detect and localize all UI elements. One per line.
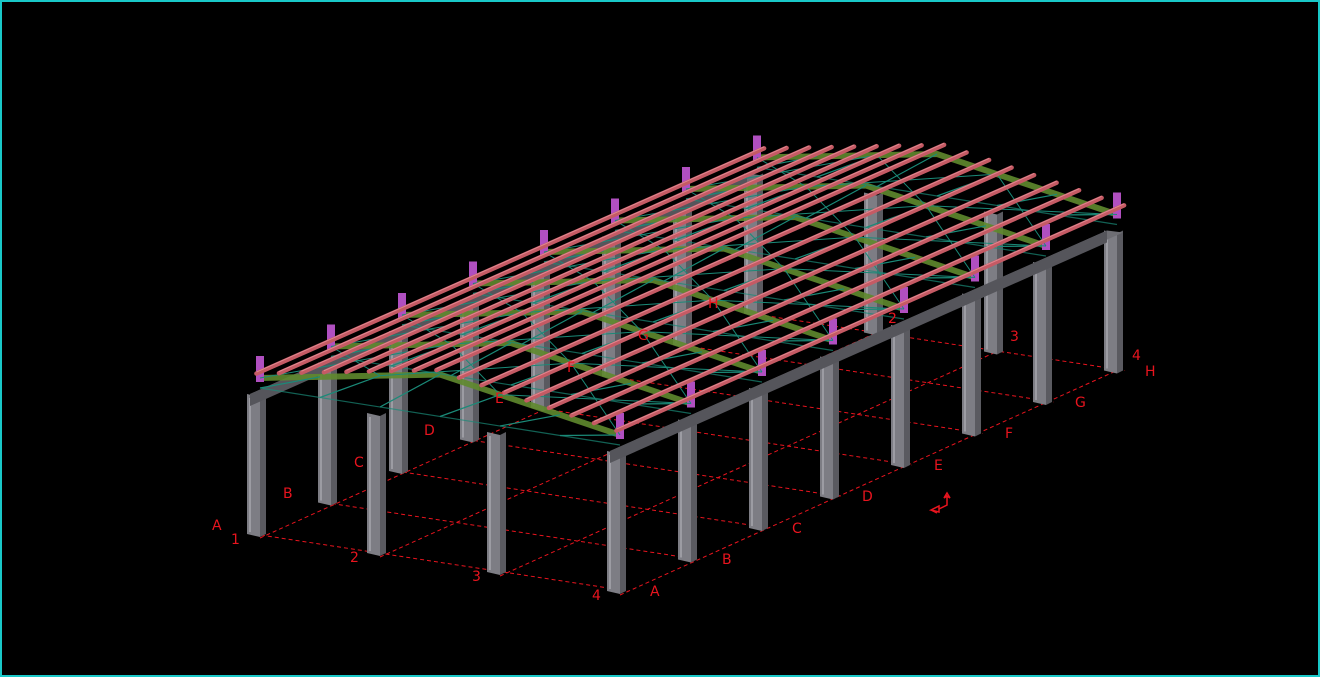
grid-label-A-left: A bbox=[212, 518, 222, 534]
grid-label-A-right: A bbox=[650, 584, 660, 600]
grid-label-G-right: G bbox=[1075, 395, 1086, 411]
column-axis4-side bbox=[1046, 262, 1052, 405]
grid-label-1-front: 1 bbox=[231, 532, 240, 548]
grid-label-H-left: H bbox=[708, 296, 719, 312]
grid-label-B-right: B bbox=[722, 552, 732, 568]
grid-line-letter bbox=[466, 439, 842, 497]
model-viewport[interactable]: A B C D E F G H 1 2 3 4 A B C D E F G H … bbox=[0, 0, 1320, 677]
column-axis4-side bbox=[691, 419, 697, 563]
grid-line-letter bbox=[537, 407, 913, 466]
grid-label-3-back: 3 bbox=[1010, 329, 1019, 345]
roof-purlin bbox=[479, 157, 992, 388]
gable-column bbox=[487, 432, 500, 575]
column-axis1-side bbox=[331, 362, 337, 506]
grid-label-2-front: 2 bbox=[350, 550, 359, 566]
ucs-axis-icon[interactable] bbox=[927, 490, 957, 520]
truss-web bbox=[559, 434, 621, 437]
column-axis1-side bbox=[260, 394, 266, 537]
grid-label-E-right: E bbox=[934, 458, 943, 474]
grid-line-letter bbox=[608, 376, 984, 434]
column-axis4-side bbox=[620, 451, 626, 594]
grid-label-F-right: F bbox=[1005, 426, 1013, 442]
column-axis1 bbox=[318, 362, 331, 506]
column-axis4-side bbox=[1117, 230, 1123, 374]
grid-label-H-right: H bbox=[1145, 364, 1156, 380]
column-axis4 bbox=[678, 419, 691, 563]
grid-label-D-right: D bbox=[862, 489, 873, 505]
grid-line-number bbox=[499, 351, 998, 577]
column-axis4 bbox=[749, 388, 762, 531]
column-axis4 bbox=[607, 451, 620, 594]
gable-column bbox=[367, 413, 380, 556]
roof-purlin-highlight bbox=[481, 158, 990, 385]
grid-label-C-right: C bbox=[792, 521, 802, 537]
column-axis4 bbox=[1033, 262, 1046, 405]
column-axis1 bbox=[247, 394, 260, 537]
column-axis4-side bbox=[975, 293, 981, 437]
gable-column-side bbox=[500, 432, 506, 575]
grid-label-B-left: B bbox=[283, 486, 293, 502]
grid-line-letter bbox=[750, 313, 1126, 371]
column-axis4 bbox=[820, 356, 833, 500]
grid-label-4-front: 4 bbox=[592, 588, 601, 604]
grid-label-C-left: C bbox=[354, 455, 364, 471]
grid-label-3-front: 3 bbox=[472, 569, 481, 585]
grid-label-E-left: E bbox=[495, 391, 504, 407]
roof-purlin bbox=[591, 195, 1104, 426]
structural-3d-model[interactable]: A B C D E F G H 1 2 3 4 A B C D E F G H … bbox=[2, 2, 1318, 675]
roof-purlin-highlight bbox=[346, 144, 855, 371]
gable-column-side bbox=[380, 413, 386, 556]
roof-purlin bbox=[299, 145, 812, 375]
column-axis4-side bbox=[833, 356, 839, 500]
grid-label-2-back: 2 bbox=[888, 311, 897, 327]
grid-label-D-left: D bbox=[424, 423, 435, 439]
column-axis4-side bbox=[762, 388, 768, 531]
grid-label-G-left: G bbox=[638, 328, 649, 344]
grid-label-F-left: F bbox=[567, 360, 575, 376]
column-axis4 bbox=[891, 325, 904, 468]
column-axis4 bbox=[1104, 230, 1117, 374]
column-axis4-side bbox=[904, 325, 910, 468]
grid-line-letter bbox=[253, 533, 629, 592]
column-axis4 bbox=[962, 293, 975, 437]
grid-label-4-back: 4 bbox=[1132, 348, 1141, 364]
